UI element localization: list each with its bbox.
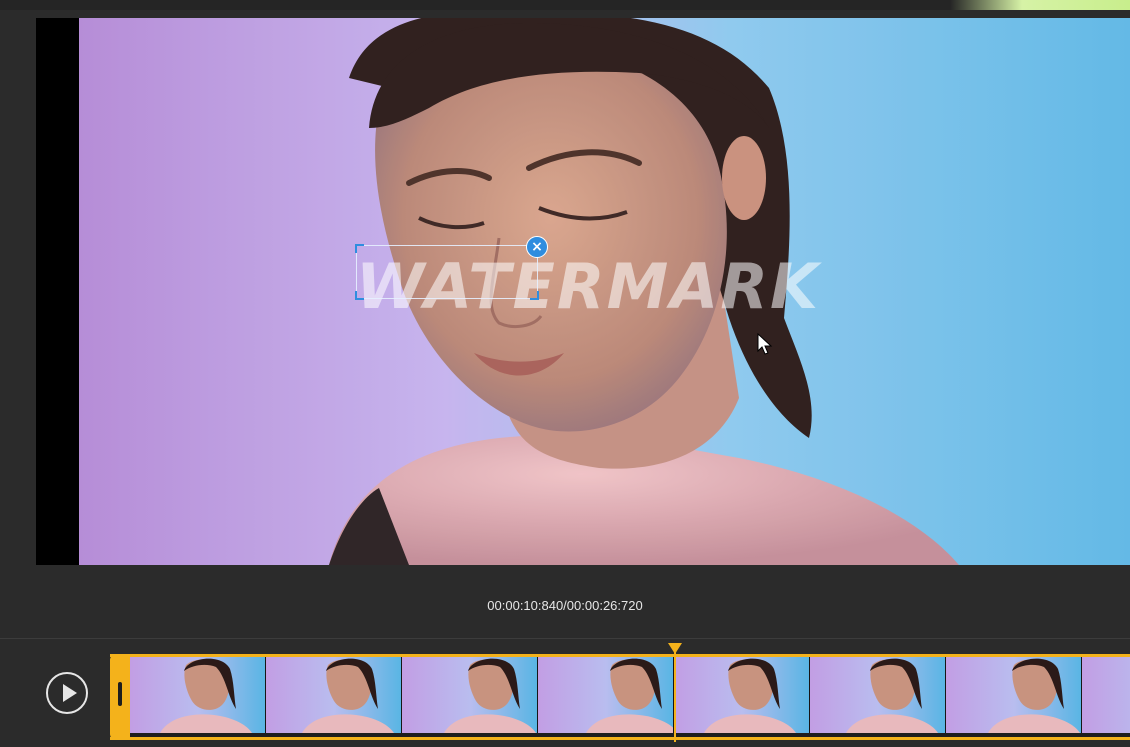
watermark-selection-box[interactable] xyxy=(355,244,539,300)
timeline-thumbnail xyxy=(1082,657,1130,733)
grip-icon xyxy=(118,682,122,706)
timeline-thumbnail xyxy=(266,657,402,733)
thumbnail-strip[interactable] xyxy=(130,657,1130,733)
play-button[interactable] xyxy=(46,672,88,714)
resize-handle-bottom-right[interactable] xyxy=(530,291,539,300)
close-icon[interactable]: × xyxy=(526,236,548,258)
playhead-marker[interactable] xyxy=(668,643,682,654)
mouse-cursor-icon xyxy=(757,332,773,362)
playhead-line xyxy=(674,650,676,742)
timeline-thumbnail xyxy=(130,657,266,733)
timeline-thumbnail xyxy=(810,657,946,733)
timeline-thumbnail xyxy=(946,657,1082,733)
play-icon xyxy=(63,684,77,702)
timecode-display: 00:00:10:840/00:00:26:720 xyxy=(487,598,643,613)
timeline-thumbnail xyxy=(538,657,674,733)
trim-handle-left[interactable] xyxy=(110,654,130,740)
resize-handle-bottom-left[interactable] xyxy=(355,291,364,300)
resize-handle-top-left[interactable] xyxy=(355,244,364,253)
timeline-thumbnail xyxy=(674,657,810,733)
timeline-thumbnail xyxy=(402,657,538,733)
top-accent-strip xyxy=(950,0,1130,10)
